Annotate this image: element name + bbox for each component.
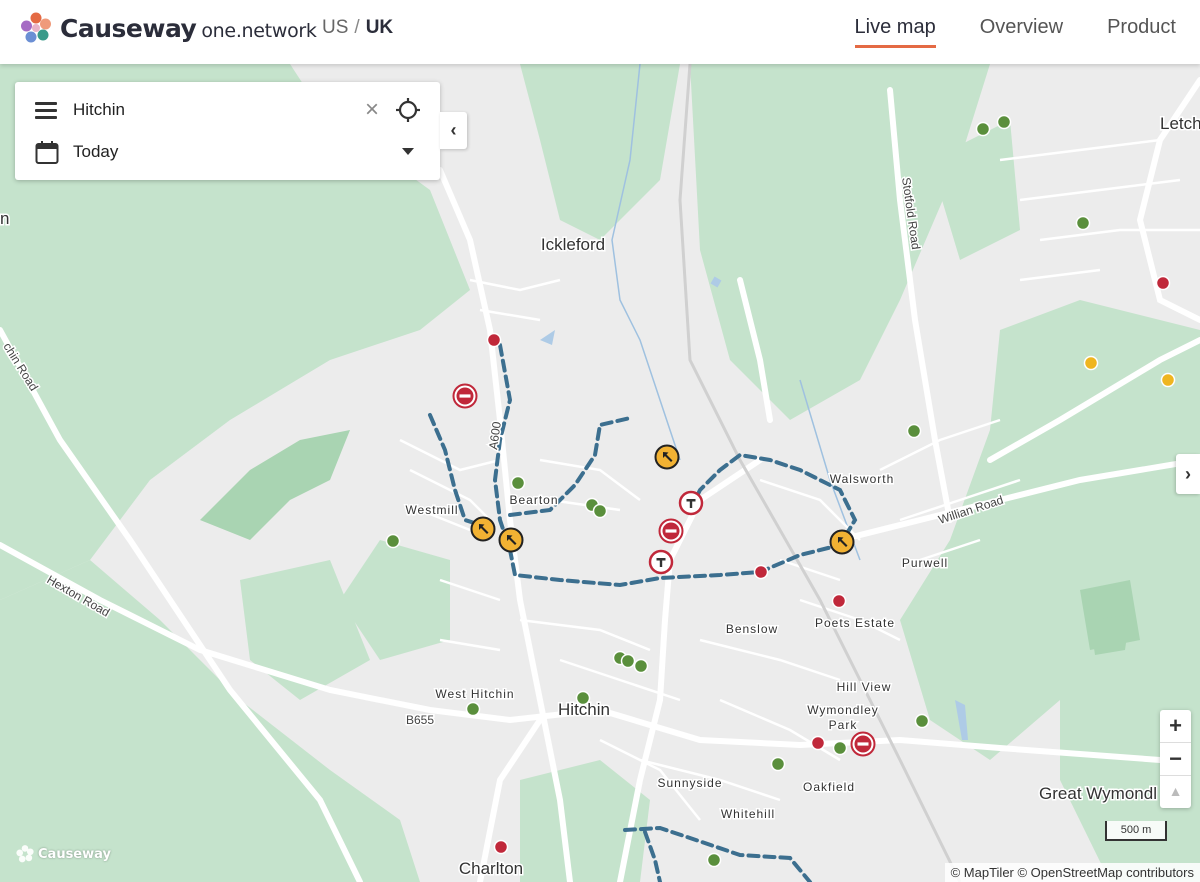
event-dot [633,658,649,674]
place-whitehill: Whitehill [721,807,775,821]
event-dot [1083,355,1099,371]
place-ickleford: Ickleford [541,235,605,254]
nav-product[interactable]: Product [1107,16,1176,48]
event-dot [510,475,526,491]
causeway-watermark: Causeway [15,844,111,864]
map-attribution[interactable]: © MapTiler © OpenStreetMap contributors [944,863,1200,882]
event-dot [620,653,636,669]
event-dot [810,735,826,751]
nav-live-map[interactable]: Live map [854,16,936,48]
crosshair-locate-icon[interactable] [395,97,421,123]
date-row[interactable]: Today [15,132,440,172]
place-oakfield: Oakfield [803,780,855,794]
place-charlton: Charlton [459,859,523,878]
event-dot [753,564,769,580]
causeway-logo-icon [21,12,51,43]
close-icon[interactable]: × [365,96,379,124]
causeway-watermark-icon [16,845,34,863]
place-park: Park [829,718,858,732]
roadworks-icon[interactable] [470,516,496,542]
place-great-wymondley: Great Wymondl [1039,784,1157,803]
event-dot [385,533,401,549]
caret-down-icon[interactable] [402,148,414,155]
place-hill-view: Hill View [837,680,892,694]
top-bar: Causeway one.network US / UK Live map Over… [0,0,1200,64]
place-purwell: Purwell [902,556,948,570]
place-benslow: Benslow [726,622,778,636]
brand-logo[interactable]: Causeway one.network [18,10,317,46]
event-dot [575,690,591,706]
edge-label: n [0,209,9,228]
place-letchworth: Letchworth [1160,114,1200,133]
collapse-panel-button[interactable]: ‹ [440,112,467,149]
watermark-text: Causeway [38,846,111,862]
event-dot [592,503,608,519]
date-select[interactable]: Today [73,142,118,162]
road-closure-icon[interactable] [850,731,876,757]
roadworks-icon[interactable] [498,527,524,553]
event-dot [1075,215,1091,231]
event-dot [975,121,991,137]
region-switcher: US / UK [322,17,393,39]
event-dot [486,332,502,348]
road-b655: B655 [406,713,434,727]
restriction-icon[interactable] [678,490,704,516]
region-us-link[interactable]: US [322,17,348,38]
hamburger-menu-icon[interactable] [35,102,57,119]
place-walsworth: Walsworth [830,472,895,486]
live-map[interactable]: Letchworth Ickleford Walsworth Westmill … [0,64,1200,882]
scale-bar: 500 m [1105,821,1167,841]
place-bearton: Bearton [509,493,558,507]
event-dot [914,713,930,729]
zoom-in-button[interactable]: + [1160,710,1191,743]
calendar-icon[interactable] [35,140,59,165]
search-panel: Hitchin × Today [15,82,440,180]
place-west-hitchin: West Hitchin [435,687,514,701]
event-dot [493,839,509,855]
zoom-out-button[interactable]: − [1160,743,1191,776]
brand-subtitle: one.network [201,19,317,42]
brand-name: Causeway [60,13,197,43]
road-closure-icon[interactable] [658,518,684,544]
event-dot [1160,372,1176,388]
roadworks-icon[interactable] [654,444,680,470]
zoom-controls: + − ▲ [1160,710,1191,808]
event-dot [832,740,848,756]
event-dot [831,593,847,609]
place-westmill: Westmill [405,503,458,517]
location-row: Hitchin × [15,90,440,130]
event-dot [1155,275,1171,291]
place-poets-estate: Poets Estate [815,616,895,630]
event-dot [706,852,722,868]
location-input[interactable]: Hitchin [73,100,125,120]
region-separator: / [354,17,360,38]
place-wymondley: Wymondley [807,703,879,717]
event-dot [465,701,481,717]
road-closure-icon[interactable] [452,383,478,409]
event-dot [996,114,1012,130]
event-dot [770,756,786,772]
compass-north-icon[interactable]: ▲ [1160,776,1191,808]
main-nav: Live map Overview Product [811,16,1176,48]
expand-side-panel-button[interactable]: › [1176,454,1200,494]
nav-overview[interactable]: Overview [980,16,1063,48]
restriction-icon[interactable] [648,549,674,575]
place-sunnyside: Sunnyside [657,776,722,790]
region-uk-link[interactable]: UK [366,17,393,38]
roadworks-icon[interactable] [829,529,855,555]
event-dot [906,423,922,439]
